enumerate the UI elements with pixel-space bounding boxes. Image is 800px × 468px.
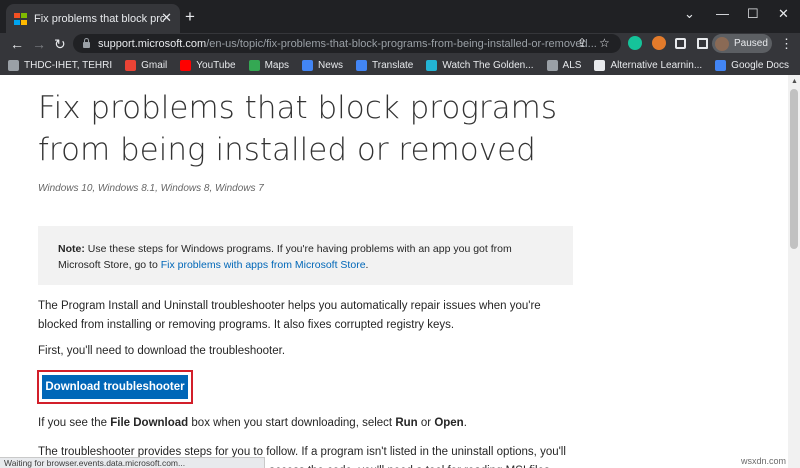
- bookmark-item[interactable]: Gmail: [125, 59, 168, 71]
- bookmarks-bar: THDC-IHET, TEHRI Gmail YouTube Maps News…: [0, 55, 800, 75]
- profile-status: Paused: [734, 38, 768, 49]
- bookmark-item[interactable]: News: [302, 59, 344, 71]
- extensions-puzzle-icon[interactable]: [675, 38, 686, 49]
- browser-toolbar: ← → ↻ support.microsoft.com /en-us/topic…: [0, 33, 800, 55]
- bookmark-label: THDC-IHET, TEHRI: [24, 59, 113, 71]
- first-step-paragraph: First, you'll need to download the troub…: [38, 345, 286, 357]
- bookmark-item[interactable]: Maps: [248, 59, 290, 71]
- lock-icon[interactable]: [83, 38, 90, 48]
- period: .: [463, 417, 467, 429]
- file-download-paragraph: If you see the File Download box when yo…: [38, 414, 578, 433]
- google-docs-icon: [715, 59, 727, 71]
- scroll-up-arrow-icon[interactable]: ▲: [791, 78, 798, 85]
- url-domain: support.microsoft.com: [98, 37, 207, 50]
- play-icon: [426, 59, 438, 71]
- bookmark-label: News: [318, 59, 344, 71]
- watermark: wsxdn.com: [740, 456, 786, 466]
- bookmark-item[interactable]: Alternative Learnin...: [594, 59, 703, 71]
- page-title: Fix problems that block programs from be…: [38, 90, 557, 168]
- note-label: Note:: [58, 243, 85, 255]
- tab-search-chevron-icon[interactable]: ⌄: [684, 6, 695, 22]
- file-download-mid: box when you start downloading, select: [188, 417, 396, 429]
- store-apps-link[interactable]: Fix problems with apps from Microsoft St…: [161, 259, 366, 271]
- chrome-menu-icon[interactable]: ⋮: [780, 36, 793, 52]
- reload-button[interactable]: ↻: [54, 34, 66, 54]
- bookmark-item[interactable]: ALS: [546, 59, 582, 71]
- back-button[interactable]: ←: [10, 34, 24, 54]
- scroll-thumb[interactable]: [790, 89, 798, 249]
- open-bold: Open: [434, 417, 464, 429]
- side-panel-icon[interactable]: [697, 38, 708, 49]
- bookmark-label: Maps: [264, 59, 290, 71]
- bookmark-item[interactable]: THDC-IHET, TEHRI: [8, 59, 113, 71]
- status-bar: Waiting for browser.events.data.microsof…: [0, 457, 265, 468]
- tab-close-icon[interactable]: ✕: [161, 11, 172, 25]
- page-content: Fix problems that block programs from be…: [0, 75, 788, 468]
- gmail-icon: [125, 59, 137, 71]
- url-path: /en-us/topic/fix-problems-that-block-pro…: [206, 37, 597, 50]
- microsoft-logo-icon: [14, 12, 27, 25]
- vertical-scrollbar[interactable]: ▲: [788, 75, 800, 468]
- bookmark-item[interactable]: Google Docs: [715, 59, 789, 71]
- tab-strip: Fix problems that block programs ✕ + ⌄ —…: [0, 0, 800, 33]
- translate-icon: [356, 59, 368, 71]
- intro-paragraph: The Program Install and Uninstall troubl…: [38, 300, 541, 331]
- bookmark-item[interactable]: Translate: [356, 59, 414, 71]
- bookmark-item[interactable]: Watch The Golden...: [426, 59, 534, 71]
- news-icon: [302, 59, 314, 71]
- share-icon[interactable]: ⇪: [577, 36, 587, 50]
- maps-icon: [248, 59, 260, 71]
- applies-to: Windows 10, Windows 8.1, Windows 8, Wind…: [38, 183, 264, 194]
- bookmark-label: ALS: [562, 59, 582, 71]
- bookmark-star-icon[interactable]: ☆: [599, 36, 610, 50]
- minimize-button[interactable]: —: [716, 6, 729, 21]
- bookmark-label: Watch The Golden...: [442, 59, 534, 71]
- bookmark-label: Alternative Learnin...: [610, 59, 703, 71]
- file-download-pre: If you see the: [38, 417, 111, 429]
- download-button-highlight: Download troubleshooter: [37, 370, 193, 404]
- download-troubleshooter-button[interactable]: Download troubleshooter: [42, 375, 188, 399]
- grammarly-extension-icon[interactable]: [628, 36, 642, 50]
- file-download-bold: File Download: [110, 417, 189, 429]
- alternative-learning-icon: [594, 59, 606, 71]
- bookmark-label: YouTube: [196, 59, 236, 71]
- profile-button[interactable]: Paused: [712, 34, 772, 53]
- globe-icon: [546, 59, 558, 71]
- new-tab-button[interactable]: +: [185, 8, 195, 25]
- address-bar[interactable]: support.microsoft.com /en-us/topic/fix-p…: [73, 34, 621, 53]
- maximize-button[interactable]: ☐: [747, 6, 759, 22]
- cookie-extension-icon[interactable]: [652, 36, 666, 50]
- or-text: or: [417, 417, 435, 429]
- browser-tab[interactable]: Fix problems that block programs ✕: [6, 4, 180, 33]
- avatar: [715, 36, 729, 51]
- close-window-button[interactable]: ✕: [778, 6, 789, 22]
- bookmark-label: Translate: [372, 59, 414, 71]
- note-end: .: [365, 259, 369, 271]
- bookmark-item[interactable]: YouTube: [180, 59, 236, 71]
- bookmark-label: Google Docs: [731, 59, 789, 71]
- bookmark-label: Gmail: [141, 59, 168, 71]
- forward-button[interactable]: →: [32, 34, 46, 54]
- youtube-icon: [180, 59, 192, 71]
- bookmark-favicon-icon: [8, 59, 19, 71]
- run-bold: Run: [395, 417, 418, 429]
- tab-title: Fix problems that block programs: [34, 12, 164, 25]
- note-box: Note: Use these steps for Windows progra…: [38, 226, 573, 285]
